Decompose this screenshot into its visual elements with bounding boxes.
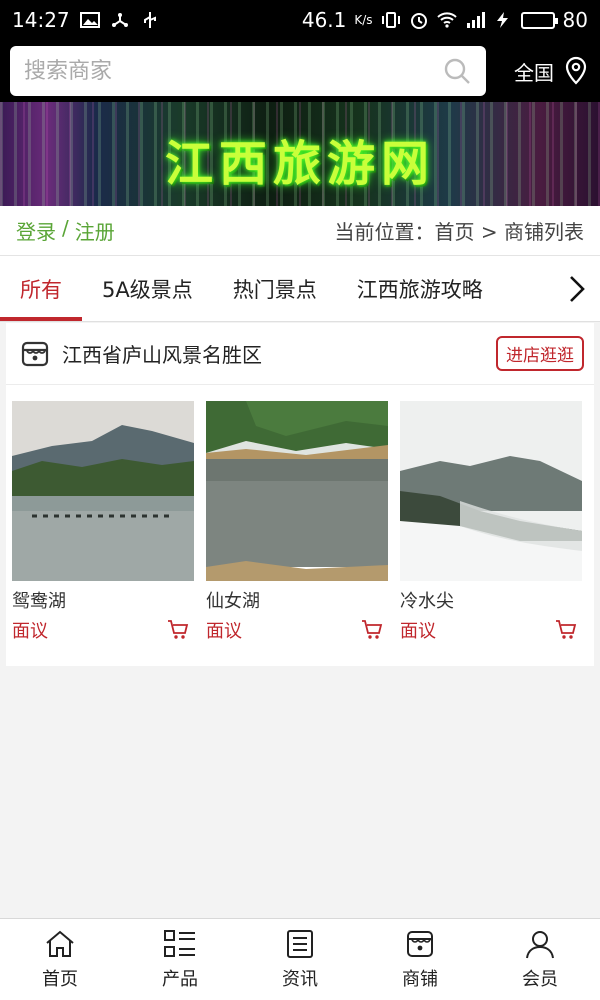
nav-member[interactable]: 会员: [480, 919, 600, 1000]
battery-icon: [520, 11, 558, 29]
charging-icon: [496, 12, 508, 28]
network-speed-unit: K/s: [354, 13, 373, 27]
chevron-right-icon: [570, 275, 585, 302]
auth-links: 登录 / 注册: [16, 216, 115, 245]
signal-icon: [466, 12, 485, 28]
auth-separator: /: [62, 216, 69, 240]
vibrate-icon: [381, 12, 400, 28]
product-price: 面议: [206, 621, 242, 642]
product-meta: 面议: [12, 617, 194, 643]
shop-icon: [407, 930, 433, 957]
wifi-icon: [436, 12, 457, 28]
battery-level: 80: [562, 8, 588, 32]
shop-name[interactable]: 江西省庐山风景名胜区: [62, 339, 262, 368]
product-price: 面议: [12, 621, 48, 642]
login-link[interactable]: 登录: [16, 216, 56, 245]
search-header: 全国: [0, 40, 600, 102]
product-card[interactable]: 仙女湖 面议: [206, 401, 388, 643]
cart-icon[interactable]: [166, 619, 190, 641]
tab-travel-guide[interactable]: 江西旅游攻略: [337, 256, 503, 321]
breadcrumb: 当前位置：首页 > 商铺列表: [334, 220, 584, 244]
banner-title: 江西旅游网: [164, 136, 435, 192]
grid-list-icon: [164, 929, 195, 957]
nav-news[interactable]: 资讯: [240, 919, 360, 1000]
tab-all[interactable]: 所有: [0, 256, 82, 321]
nav-member-label: 会员: [522, 968, 558, 990]
cart-icon[interactable]: [554, 619, 578, 641]
tab-5a-attractions[interactable]: 5A级景点: [82, 256, 213, 321]
region-label: 全国: [514, 60, 554, 85]
product-card[interactable]: 鸳鸯湖 面议: [12, 401, 194, 643]
home-icon: [46, 930, 74, 957]
shop-header: 江西省庐山风景名胜区 进店逛逛: [6, 323, 594, 385]
bottom-nav: 首页 产品 资讯 商铺 会员: [0, 918, 600, 1000]
product-meta: 面议: [206, 617, 388, 643]
product-name[interactable]: 冷水尖: [400, 587, 582, 613]
product-image-lake[interactable]: [206, 401, 388, 581]
product-name[interactable]: 鸳鸯湖: [12, 587, 194, 613]
status-time: 14:27: [12, 8, 70, 32]
product-list: 鸳鸯湖 面议 仙女湖 面议 冷水尖 面议: [6, 385, 594, 643]
tab-hot-attractions[interactable]: 热门景点: [213, 256, 337, 321]
category-tabs: 所有 5A级景点 热门景点 江西旅游攻略: [0, 256, 600, 322]
search-input[interactable]: [24, 58, 442, 84]
nav-shops[interactable]: 商铺: [360, 919, 480, 1000]
product-price: 面议: [400, 621, 436, 642]
status-bar: 14:27 46.1 K/s 80: [0, 0, 600, 40]
nav-home[interactable]: 首页: [0, 919, 120, 1000]
network-speed: 46.1: [301, 8, 347, 32]
nav-news-label: 资讯: [282, 968, 318, 990]
enter-shop-button[interactable]: 进店逛逛: [496, 336, 584, 371]
tabs-next-button[interactable]: [554, 256, 600, 321]
banner[interactable]: 江西旅游网: [0, 102, 600, 206]
product-image-lake[interactable]: [12, 401, 194, 581]
location-pin-icon: [565, 56, 587, 85]
register-link[interactable]: 注册: [75, 216, 115, 245]
product-name[interactable]: 仙女湖: [206, 587, 388, 613]
search-box[interactable]: [10, 46, 486, 96]
nav-shops-label: 商铺: [402, 968, 438, 990]
shop-card: 江西省庐山风景名胜区 进店逛逛 鸳鸯湖 面议 仙女湖 面议 冷水尖 面议: [6, 323, 594, 666]
search-icon[interactable]: [442, 56, 472, 86]
usb-icon: [143, 12, 156, 28]
share-icon: [111, 13, 128, 27]
shop-icon: [21, 341, 49, 366]
nav-products[interactable]: 产品: [120, 919, 240, 1000]
auth-row: 登录 / 注册 当前位置：首页 > 商铺列表: [0, 206, 600, 256]
cart-icon[interactable]: [360, 619, 384, 641]
alarm-icon: [410, 13, 427, 29]
product-card[interactable]: 冷水尖 面议: [400, 401, 582, 643]
news-icon: [287, 929, 313, 958]
product-image-mountain[interactable]: [400, 401, 582, 581]
image-icon: [79, 12, 100, 28]
nav-products-label: 产品: [162, 968, 198, 990]
product-meta: 面议: [400, 617, 582, 643]
region-selector[interactable]: 全国: [514, 56, 590, 86]
user-icon: [526, 930, 554, 958]
nav-home-label: 首页: [42, 968, 78, 990]
